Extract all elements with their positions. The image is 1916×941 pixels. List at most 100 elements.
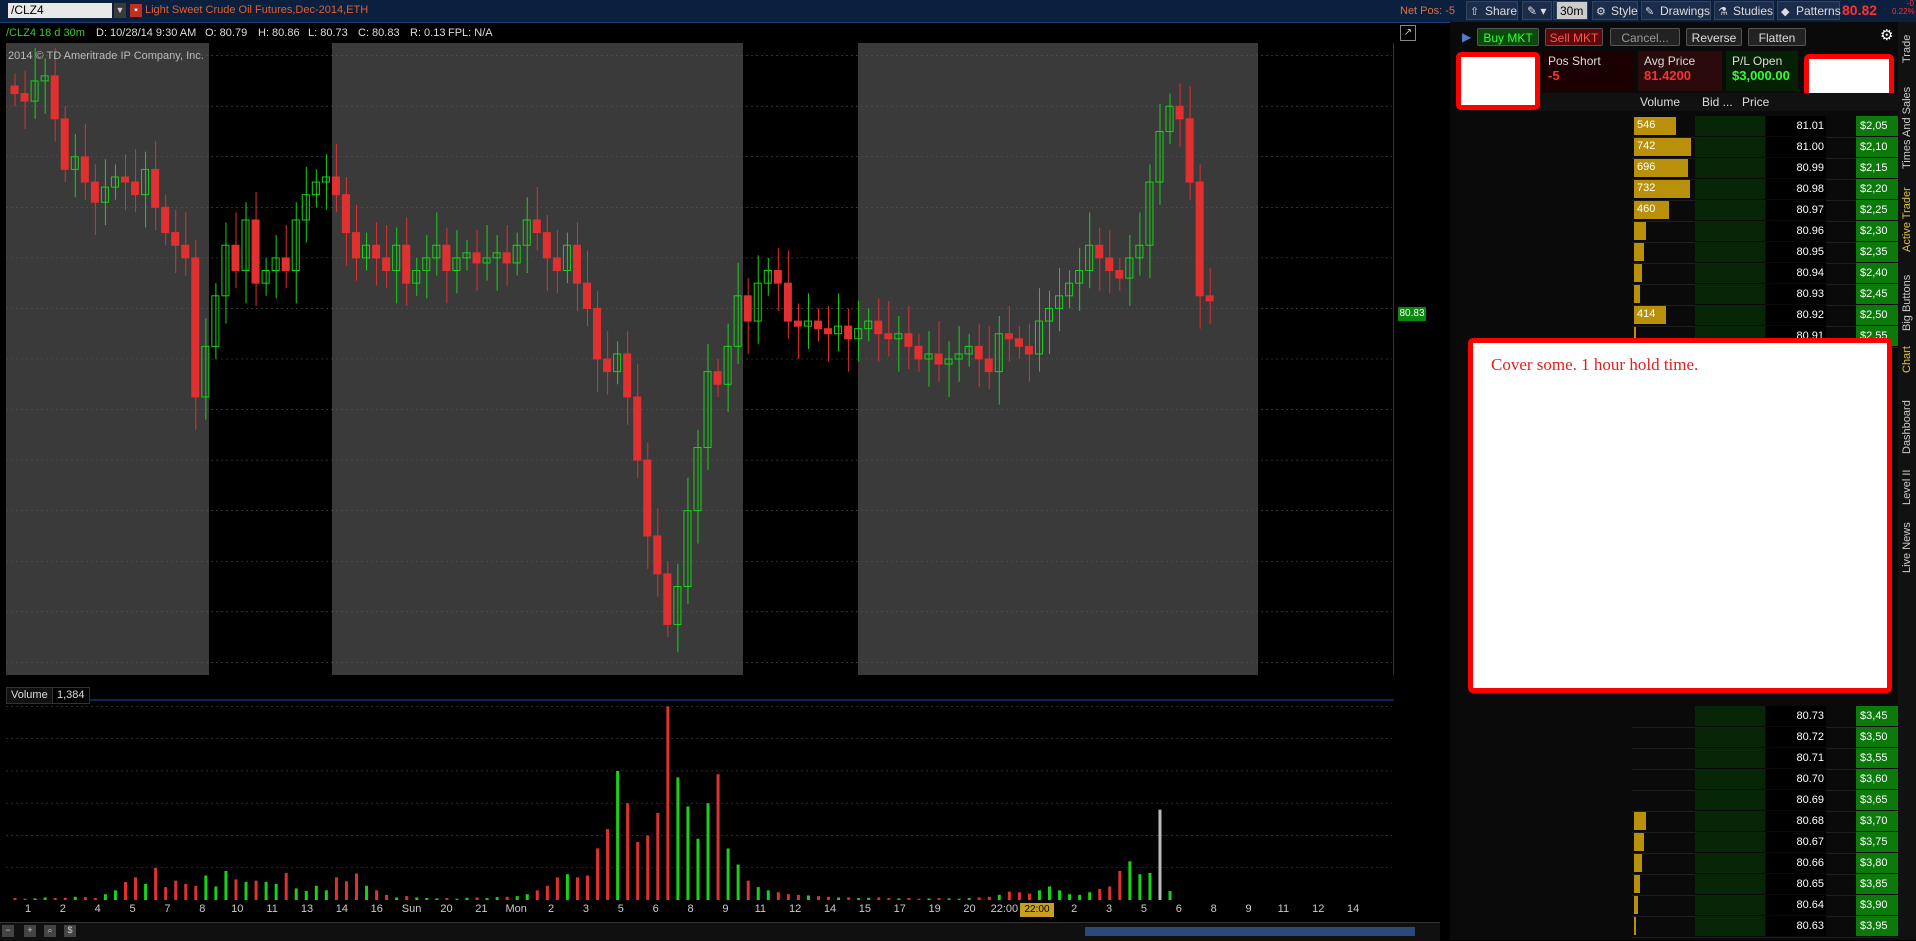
chart-expand-icon[interactable]: ↗ — [1400, 25, 1416, 41]
volume-value: 1,384 — [52, 687, 90, 704]
ladder-bid-cell[interactable] — [1695, 853, 1765, 873]
ladder-bid-cell[interactable] — [1695, 895, 1765, 915]
ladder-row[interactable]: 742 81.00 $2,10 — [1632, 137, 1906, 159]
volume-chart[interactable]: 30,00025,00020,00015,00010,0005,000 1245… — [6, 686, 1394, 916]
candle-body — [171, 232, 180, 246]
tab-chart[interactable]: Chart — [1898, 340, 1916, 380]
ladder-row[interactable]: 80.95 $2,35 — [1632, 242, 1906, 264]
ladder-row[interactable]: 80.64 $3,90 — [1632, 895, 1906, 917]
tab-trade[interactable]: Trade — [1898, 24, 1916, 74]
volume-bar — [636, 841, 640, 900]
ladder-row[interactable]: 80.71 $3,55 — [1632, 748, 1906, 770]
volume-bar — [837, 897, 841, 900]
buy-market-button[interactable]: Buy MKT — [1477, 28, 1539, 46]
candle-body — [974, 345, 983, 360]
volume-bar — [867, 897, 871, 900]
ladder-bid-cell[interactable] — [1695, 137, 1765, 157]
price-chart[interactable]: 81.881.681.481.28180.880.680.480.28079.8… — [6, 43, 1394, 675]
volume-bar — [415, 897, 419, 900]
volume-bar — [847, 897, 851, 900]
ladder-row[interactable]: 80.63 $3,95 — [1632, 916, 1906, 938]
ladder-bid-cell[interactable] — [1695, 790, 1765, 810]
ladder-bid-cell[interactable] — [1695, 200, 1765, 220]
ladder-row[interactable]: 80.70 $3,60 — [1632, 769, 1906, 791]
ladder-bid-cell[interactable] — [1695, 284, 1765, 304]
volume-bar — [686, 806, 690, 900]
ladder-bid-cell[interactable] — [1695, 305, 1765, 325]
reverse-button[interactable]: Reverse — [1686, 28, 1742, 46]
ladder-price-cell: 80.67 — [1766, 832, 1826, 852]
ladder-row[interactable]: 80.66 $3,80 — [1632, 853, 1906, 875]
volume-bar — [113, 890, 117, 900]
zoom-out-icon[interactable]: − — [2, 925, 14, 937]
cancel-orders-button[interactable]: Cancel... — [1610, 28, 1680, 46]
drawings-button[interactable]: ✎ Drawings — [1641, 1, 1711, 20]
patterns-button[interactable]: ◆ Patterns — [1777, 1, 1841, 20]
interval-button[interactable]: 30m — [1556, 1, 1588, 20]
volume-bar — [1098, 889, 1102, 900]
ladder-row[interactable]: 732 80.98 $2,20 — [1632, 179, 1906, 201]
tab-live-news[interactable]: Live News — [1898, 518, 1916, 578]
ladder-bid-cell[interactable] — [1695, 158, 1765, 178]
ladder-row[interactable]: 80.93 $2,45 — [1632, 284, 1906, 306]
ladder-bid-cell[interactable] — [1695, 916, 1765, 936]
ladder-row[interactable]: 80.67 $3,75 — [1632, 832, 1906, 854]
volume-bar — [254, 880, 258, 900]
time-axis-label: 19 — [929, 903, 941, 915]
ladder-row[interactable]: 80.69 $3,65 — [1632, 790, 1906, 812]
ladder-bid-cell[interactable] — [1695, 769, 1765, 789]
symbol-link-icon[interactable]: ▪ — [130, 4, 142, 17]
ladder-volume-text: 732 — [1637, 182, 1656, 194]
ladder-bid-cell[interactable] — [1695, 242, 1765, 262]
sell-market-button[interactable]: Sell MKT — [1545, 28, 1603, 46]
ladder-bid-cell[interactable] — [1695, 874, 1765, 894]
ladder-row[interactable]: 80.65 $3,85 — [1632, 874, 1906, 896]
ladder-row[interactable]: 696 80.99 $2,15 — [1632, 158, 1906, 180]
volume-bar — [786, 894, 790, 900]
ladder-bid-cell[interactable] — [1695, 811, 1765, 831]
settings-gear-icon[interactable]: ⚙ — [1880, 26, 1893, 44]
ladder-volume-cell — [1632, 916, 1694, 936]
ladder-row[interactable]: 546 81.01 $2,05 — [1632, 116, 1906, 138]
volume-bar — [73, 896, 77, 900]
ladder-row[interactable]: 80.68 $3,70 — [1632, 811, 1906, 833]
tab-active-trader[interactable]: Active Trader — [1898, 180, 1916, 260]
ladder-row[interactable]: 414 80.92 $2,50 — [1632, 305, 1906, 327]
chart-scrollbar[interactable] — [1085, 927, 1415, 936]
ladder-bid-cell[interactable] — [1695, 832, 1765, 852]
ladder-row[interactable]: 460 80.97 $2,25 — [1632, 200, 1906, 222]
drawing-tools-button[interactable]: ✎ ▾ — [1522, 1, 1552, 20]
ladder-bid-cell[interactable] — [1695, 748, 1765, 768]
candle-body — [181, 244, 190, 259]
panel-collapse-icon[interactable]: ▶ — [1462, 30, 1471, 44]
magnifier-icon[interactable]: ⌕ — [44, 925, 56, 937]
ladder-bid-cell[interactable] — [1695, 221, 1765, 241]
ladder-row[interactable]: 80.72 $3,50 — [1632, 727, 1906, 749]
tab-dashboard[interactable]: Dashboard — [1898, 392, 1916, 462]
symbol-dropdown-icon[interactable]: ▼ — [114, 3, 126, 18]
symbol-input[interactable]: /CLZ4 — [8, 3, 112, 18]
ladder-bid-cell[interactable] — [1695, 263, 1765, 283]
pl-open-cell: P/L Open $3,000.00 — [1726, 51, 1798, 91]
volume-bar — [646, 835, 650, 900]
dollar-icon[interactable]: $ — [64, 925, 76, 937]
style-button[interactable]: ⚙ Style — [1592, 1, 1638, 20]
ladder-bid-cell[interactable] — [1695, 179, 1765, 199]
flatten-button[interactable]: Flatten — [1748, 28, 1806, 46]
ladder-volume-cell — [1632, 263, 1694, 283]
tab-level-ii[interactable]: Level II — [1898, 462, 1916, 512]
candle-body — [1105, 257, 1114, 272]
ladder-bid-cell[interactable] — [1695, 706, 1765, 726]
bar-date: D: 10/28/14 9:30 AM — [96, 27, 197, 39]
studies-button[interactable]: ⚗ Studies — [1714, 1, 1774, 20]
current-price-label: 80.83 — [1398, 307, 1426, 321]
tab-times-and-sales[interactable]: Times And Sales — [1898, 82, 1916, 174]
ladder-row[interactable]: 80.73 $3,45 — [1632, 706, 1906, 728]
ladder-bid-cell[interactable] — [1695, 727, 1765, 747]
share-button[interactable]: ⇧ Share — [1466, 1, 1518, 20]
ladder-row[interactable]: 80.94 $2,40 — [1632, 263, 1906, 285]
ladder-bid-cell[interactable] — [1695, 116, 1765, 136]
ladder-row[interactable]: 80.96 $2,30 — [1632, 221, 1906, 243]
zoom-in-icon[interactable]: + — [24, 925, 36, 937]
tab-big-buttons[interactable]: Big Buttons — [1898, 268, 1916, 338]
